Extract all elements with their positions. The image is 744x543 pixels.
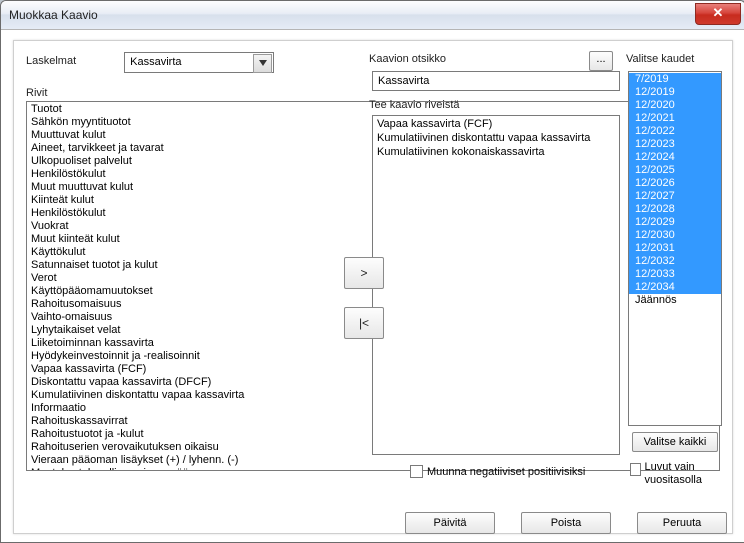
- laskelmat-combo[interactable]: Kassavirta: [124, 52, 274, 73]
- cancel-button[interactable]: Peruuta: [637, 512, 727, 534]
- list-item[interactable]: 12/2023: [629, 138, 721, 151]
- update-button[interactable]: Päivitä: [405, 512, 495, 534]
- select-all-button[interactable]: Valitse kaikki: [632, 432, 718, 452]
- checkbox-luvut-vain[interactable]: Luvut vain vuositasolla: [630, 461, 730, 487]
- list-item[interactable]: 12/2027: [629, 190, 721, 203]
- list-item[interactable]: 12/2025: [629, 164, 721, 177]
- list-item[interactable]: 12/2019: [629, 86, 721, 99]
- title-bar: Muokkaa Kaavio ✕: [1, 1, 744, 30]
- label-valitse-kaudet: Valitse kaudet: [626, 53, 694, 65]
- list-item[interactable]: 12/2031: [629, 242, 721, 255]
- list-item[interactable]: 12/2020: [629, 99, 721, 112]
- list-item[interactable]: 12/2034: [629, 281, 721, 294]
- delete-button[interactable]: Poista: [521, 512, 611, 534]
- window-title: Muokkaa Kaavio: [9, 8, 98, 22]
- list-item[interactable]: Kumulatiivinen kokonaiskassavirta: [373, 145, 619, 159]
- tee-kaavio-listbox[interactable]: Vapaa kassavirta (FCF)Kumulatiivinen dis…: [372, 115, 620, 455]
- kaudet-listbox[interactable]: 7/201912/201912/202012/202112/202212/202…: [628, 71, 722, 426]
- ellipsis-button[interactable]: ...: [589, 51, 613, 71]
- checkbox-muunna[interactable]: Muunna negatiiviset positiivisiksi: [410, 465, 585, 478]
- list-item[interactable]: Jäännös: [629, 294, 721, 307]
- list-item[interactable]: 12/2021: [629, 112, 721, 125]
- list-item[interactable]: 12/2032: [629, 255, 721, 268]
- move-buttons-group: > |<: [344, 257, 384, 339]
- label-laskelmat: Laskelmat: [26, 55, 76, 67]
- list-item[interactable]: 12/2028: [629, 203, 721, 216]
- list-item[interactable]: 12/2024: [629, 151, 721, 164]
- list-item[interactable]: Vieraan pääoman lisäykset (+) / lyhenn. …: [27, 454, 719, 467]
- list-item[interactable]: Kumulatiivinen diskontattu vapaa kassavi…: [373, 131, 619, 145]
- checkbox-luvut-vain-label: Luvut vain vuositasolla: [645, 461, 731, 487]
- move-left-button[interactable]: |<: [344, 307, 384, 339]
- dialog-content: Laskelmat Kassavirta Kaavion otsikko ...…: [1, 30, 744, 542]
- list-item[interactable]: Muutokset, korollinen vieras pääoma: [27, 467, 719, 471]
- main-panel: Laskelmat Kassavirta Kaavion otsikko ...…: [13, 40, 733, 534]
- close-icon: ✕: [713, 5, 724, 20]
- list-item[interactable]: 12/2029: [629, 216, 721, 229]
- checkbox-box: [410, 465, 423, 478]
- list-item[interactable]: 12/2030: [629, 229, 721, 242]
- combo-value: Kassavirta: [130, 56, 181, 68]
- dialog-button-bar: Päivitä Poista Peruuta: [1, 512, 744, 534]
- list-item[interactable]: 12/2033: [629, 268, 721, 281]
- checkbox-box: [630, 463, 641, 476]
- checkbox-muunna-label: Muunna negatiiviset positiivisiksi: [427, 466, 585, 478]
- chart-title-input[interactable]: [372, 71, 620, 91]
- list-item[interactable]: Vapaa kassavirta (FCF): [373, 117, 619, 131]
- close-button[interactable]: ✕: [695, 3, 741, 25]
- dialog-window: Muokkaa Kaavio ✕ Laskelmat Kassavirta Ka…: [0, 0, 744, 543]
- list-item[interactable]: 7/2019: [629, 73, 721, 86]
- label-tee-kaavio: Tee kaavio riveistä: [369, 99, 460, 111]
- label-kaavion-otsikko: Kaavion otsikko: [369, 53, 446, 65]
- move-right-button[interactable]: >: [344, 257, 384, 289]
- list-item[interactable]: 12/2022: [629, 125, 721, 138]
- chevron-down-icon: [253, 54, 272, 73]
- list-item[interactable]: 12/2026: [629, 177, 721, 190]
